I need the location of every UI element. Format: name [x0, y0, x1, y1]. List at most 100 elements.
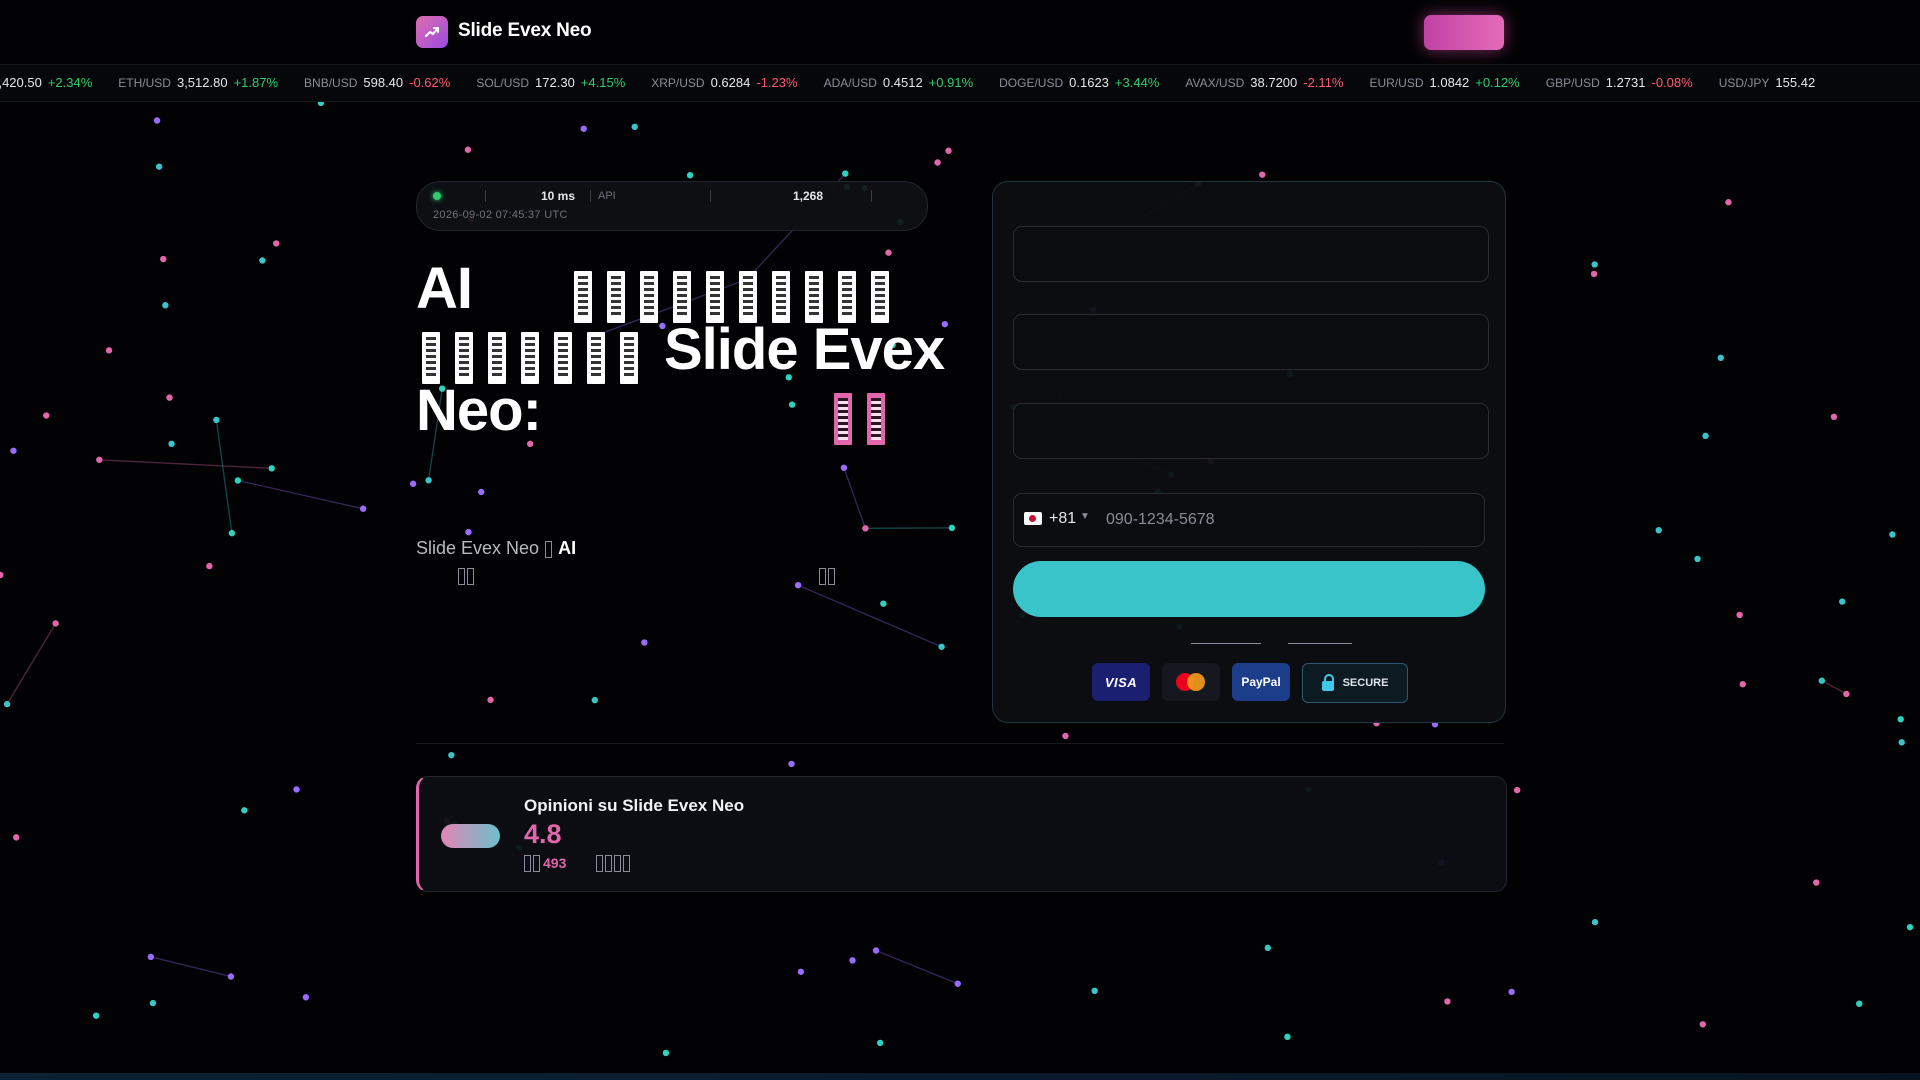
ticker-item: XRP/USD 0.6284 -1.23%	[651, 75, 797, 90]
hero-word-ai: AI	[416, 256, 473, 321]
network-node	[1843, 690, 1850, 698]
hero-heading: AI Slide Evex Neo:	[416, 256, 945, 445]
missing-glyph-run	[574, 262, 904, 323]
network-node	[849, 957, 856, 964]
live-stats-bar: 10 ms API 1,268 2026-09-02 07:45:37 UTC	[416, 181, 928, 231]
network-node	[686, 172, 694, 179]
network-node	[166, 394, 173, 401]
ticker-price: 172.30	[535, 75, 575, 90]
network-node	[160, 255, 167, 263]
network-node	[1591, 918, 1599, 926]
ticker-change: +1.87%	[233, 75, 279, 90]
network-node	[213, 416, 220, 424]
japan-flag-icon[interactable]	[1024, 512, 1042, 525]
trending-up-icon[interactable]	[416, 16, 448, 48]
ticker-symbol: SOL/USD	[476, 76, 530, 90]
submit-button[interactable]	[1013, 561, 1485, 617]
ticker-price: 1.2731	[1605, 75, 1646, 90]
ticker-item: EUR/USD 1.0842 +0.12%	[1370, 75, 1520, 90]
network-node	[1655, 526, 1662, 534]
ticker-symbol: USD/JPY	[1718, 76, 1770, 90]
ticker-symbol: EUR/USD	[1369, 76, 1424, 90]
ticker-change: -1.23%	[756, 75, 798, 90]
ticker-change: +0.91%	[928, 75, 974, 90]
network-node	[945, 147, 952, 154]
ticker-item: ETH/USD 3,512.80 +1.87%	[118, 75, 278, 90]
hero-line-1: AI	[416, 256, 936, 323]
network-node	[259, 257, 266, 264]
paypal-badge: PayPal	[1232, 663, 1290, 701]
ticker-price: 68,420.50	[0, 75, 42, 90]
missing-glyph-run	[834, 384, 900, 445]
ticker-change: -0.08%	[1651, 75, 1693, 90]
network-node	[1739, 681, 1746, 688]
ticker-change: -2.11%	[1303, 75, 1344, 90]
network-node	[155, 163, 163, 170]
network-node	[1856, 1000, 1863, 1007]
network-link	[797, 584, 942, 648]
network-node	[641, 639, 648, 646]
reviews-panel: Opinioni su Slide Evex Neo 4.8 493	[416, 776, 1507, 892]
network-node	[1898, 739, 1905, 746]
network-node	[1813, 879, 1820, 886]
network-node	[153, 117, 161, 124]
missing-glyph-run	[422, 323, 653, 384]
last-name-field[interactable]	[1013, 314, 1489, 370]
header-cta-button[interactable]	[1424, 15, 1504, 50]
network-node	[1284, 1033, 1291, 1041]
network-node	[0, 571, 4, 579]
ticker-change: +4.15%	[580, 75, 626, 90]
network-node	[409, 480, 417, 487]
network-node	[1736, 611, 1743, 619]
network-node	[147, 953, 155, 961]
missing-glyph-pair	[457, 568, 475, 586]
network-node	[1702, 432, 1709, 440]
network-node	[359, 505, 367, 512]
privacy-link[interactable]	[1288, 643, 1352, 644]
ticker-price: 3,512.80	[176, 75, 228, 90]
review-count: 493	[543, 855, 567, 871]
network-node	[272, 240, 280, 247]
ticker-item: 68,420.50 +2.34%	[0, 75, 92, 90]
divider	[871, 190, 872, 202]
subtitle-ai: AI	[558, 538, 577, 558]
network-node	[168, 440, 175, 448]
network-link	[150, 956, 232, 978]
ticker-symbol: GBP/USD	[1545, 76, 1600, 90]
live-status-dot	[433, 192, 441, 200]
missing-glyph	[545, 540, 553, 558]
network-node	[1062, 732, 1069, 740]
network-node	[1264, 944, 1272, 952]
network-node	[13, 834, 20, 841]
email-field[interactable]	[1013, 403, 1489, 459]
network-node	[448, 751, 455, 759]
network-node	[948, 524, 956, 532]
price-ticker: 68,420.50 +2.34% ETH/USD 3,512.80 +1.87% BNB/…	[0, 64, 1920, 102]
brand-name[interactable]: Slide Evex Neo	[458, 20, 592, 42]
top-navigation-bar: Slide Evex Neo	[0, 0, 1920, 64]
lock-icon	[1321, 673, 1334, 691]
phone-input[interactable]	[1104, 494, 1478, 546]
missing-glyph-run	[595, 855, 631, 873]
secure-label: SECURE	[1342, 677, 1389, 689]
hero-line-2: Slide Evex	[416, 319, 945, 384]
network-node	[425, 477, 432, 484]
network-node	[1818, 677, 1826, 684]
network-node	[1694, 555, 1701, 563]
network-node	[1897, 716, 1904, 723]
ticker-item: GBP/USD 1.2731 -0.08%	[1546, 75, 1693, 90]
country-code-select[interactable]: +81	[1049, 510, 1076, 528]
ticker-item: DOGE/USD 0.1623 +3.44%	[999, 75, 1159, 90]
ticker-symbol: AVAX/USD	[1185, 76, 1245, 90]
terms-link[interactable]	[1191, 643, 1261, 644]
network-node	[227, 973, 235, 980]
network-node	[206, 562, 213, 570]
network-node	[1590, 270, 1598, 278]
network-link	[1821, 680, 1847, 695]
chevron-down-icon[interactable]: ▼	[1080, 511, 1090, 522]
network-node	[149, 999, 157, 1007]
hero-word-neo: Neo:	[416, 378, 542, 443]
latency-value: 10 ms	[541, 189, 576, 203]
network-node	[293, 786, 300, 793]
first-name-field[interactable]	[1013, 226, 1489, 282]
